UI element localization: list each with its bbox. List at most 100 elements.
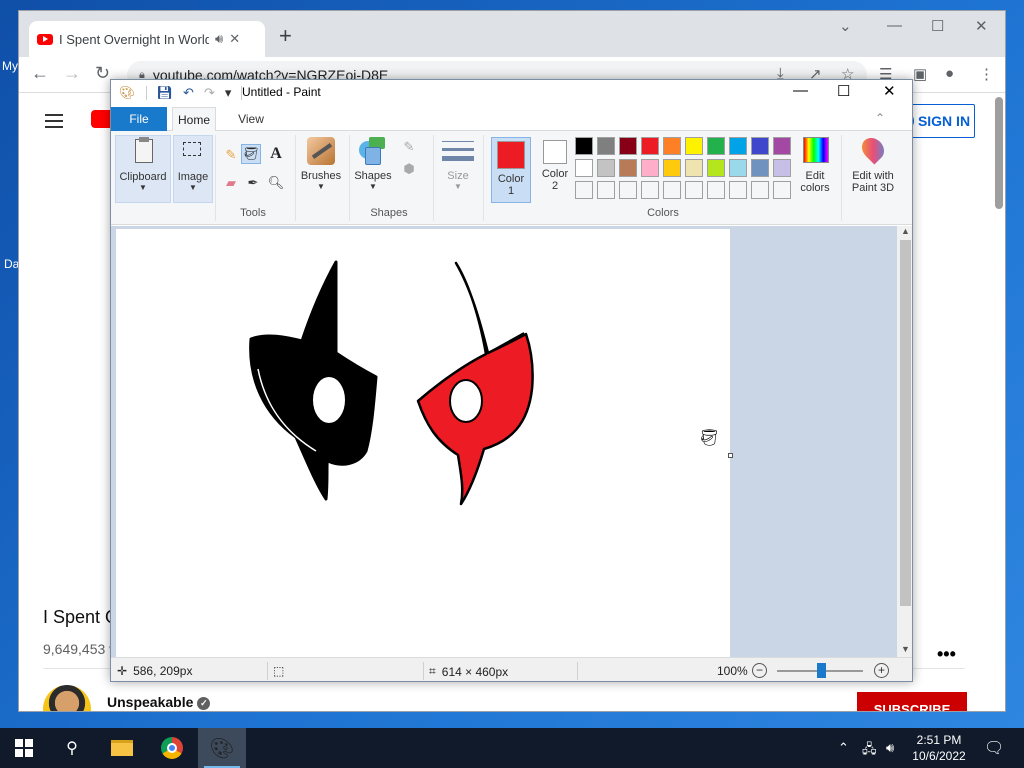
brushes-button[interactable]: Brushes ▼ [299, 135, 343, 191]
menu-kebab-icon[interactable]: ⋮ [979, 65, 994, 83]
forward-icon[interactable]: → [63, 63, 81, 84]
palette-color-swatch[interactable] [619, 137, 637, 155]
palette-color-swatch[interactable] [773, 137, 791, 155]
tab-close-button[interactable]: ✕ [229, 31, 240, 47]
fill-icon[interactable]: ⬢ [399, 159, 419, 179]
palette-color-swatch[interactable] [751, 181, 769, 199]
paint-minimize-button[interactable]: — [793, 82, 808, 99]
zoom-in-button[interactable]: + [874, 663, 889, 678]
undo-icon[interactable]: ↶ [183, 85, 194, 101]
channel-name-link[interactable]: Unspeakable ✓ [107, 694, 211, 710]
palette-color-swatch[interactable] [619, 181, 637, 199]
tab-file[interactable]: File [111, 107, 167, 131]
clipboard-button[interactable]: Clipboard ▼ [115, 135, 171, 203]
tab-search-chevron-icon[interactable]: ⌄ [839, 17, 852, 35]
palette-color-swatch[interactable] [575, 137, 593, 155]
magnifier-icon[interactable]: 🔍︎ [266, 173, 286, 193]
palette-color-swatch[interactable] [685, 159, 703, 177]
volume-icon[interactable]: 🔊︎ [886, 740, 894, 756]
close-button[interactable]: ✕ [975, 17, 988, 35]
drawing-canvas[interactable]: 🪣︎ [116, 229, 730, 657]
palette-color-swatch[interactable] [707, 159, 725, 177]
scroll-thumb[interactable] [900, 240, 911, 606]
search-button[interactable]: ⚲ [48, 728, 96, 768]
tab-home[interactable]: Home [172, 107, 216, 132]
start-button[interactable] [0, 728, 48, 768]
canvas-resize-handle[interactable] [728, 453, 733, 458]
palette-color-swatch[interactable] [729, 137, 747, 155]
palette-color-swatch[interactable] [729, 159, 747, 177]
redo-icon[interactable]: ↷ [204, 85, 215, 101]
network-icon[interactable]: 🖧︎ [862, 740, 877, 762]
palette-color-swatch[interactable] [707, 137, 725, 155]
palette-color-swatch[interactable] [729, 181, 747, 199]
minimize-button[interactable]: — [887, 17, 902, 34]
new-tab-button[interactable]: + [279, 23, 292, 49]
chrome-taskbar-button[interactable] [148, 728, 196, 768]
edit-with-paint3d-button[interactable]: Edit with Paint 3D [845, 133, 901, 194]
palette-color-swatch[interactable] [707, 181, 725, 199]
subscribe-button[interactable]: SUBSCRIBE [857, 692, 967, 711]
hamburger-menu-icon[interactable] [45, 114, 63, 128]
zoom-slider-thumb[interactable] [817, 663, 826, 678]
palette-color-swatch[interactable] [597, 137, 615, 155]
eraser-icon[interactable]: ▰ [221, 173, 241, 193]
desktop-icon-label[interactable]: My [2, 59, 18, 73]
palette-color-swatch[interactable] [773, 181, 791, 199]
more-actions-button[interactable]: ••• [937, 644, 956, 665]
color-picker-icon[interactable]: ✒ [243, 173, 263, 193]
file-explorer-button[interactable] [98, 728, 146, 768]
clock[interactable]: 2:51 PM 10/6/2022 [902, 732, 976, 764]
size-button[interactable]: Size ▼ [437, 135, 479, 191]
profile-icon[interactable]: ● [945, 65, 954, 82]
customize-qat-chevron-icon[interactable]: ▾ [225, 85, 232, 101]
paint-maximize-button[interactable]: ☐ [837, 82, 850, 100]
palette-color-swatch[interactable] [641, 159, 659, 177]
tab-view[interactable]: View [229, 107, 273, 131]
speaker-icon[interactable]: 🔊︎ [215, 31, 223, 47]
canvas-vertical-scrollbar[interactable]: ▲ ▼ [897, 226, 912, 657]
palette-color-swatch[interactable] [685, 181, 703, 199]
browser-tab[interactable]: I Spent Overnight In Worlds 🔊︎ ✕ [29, 21, 265, 57]
pencil-icon[interactable]: ✎ [221, 145, 241, 165]
color2-button[interactable]: Color 2 [535, 137, 575, 201]
palette-color-swatch[interactable] [751, 137, 769, 155]
zoom-out-button[interactable]: − [752, 663, 767, 678]
palette-color-swatch[interactable] [597, 181, 615, 199]
tray-chevron-icon[interactable]: ⌃ [838, 740, 849, 756]
palette-color-swatch[interactable] [663, 159, 681, 177]
channel-avatar[interactable] [43, 685, 91, 711]
palette-color-swatch[interactable] [685, 137, 703, 155]
paint-taskbar-button[interactable]: 🎨︎ [198, 728, 246, 768]
size-label: Size [447, 170, 469, 182]
text-tool-icon[interactable]: A [266, 144, 286, 164]
palette-color-swatch[interactable] [575, 159, 593, 177]
palette-color-swatch[interactable] [641, 181, 659, 199]
shapes-button[interactable]: Shapes ▼ [351, 135, 395, 191]
canvas-workspace[interactable]: 🪣︎ [111, 226, 897, 657]
palette-color-swatch[interactable] [663, 137, 681, 155]
scroll-down-icon[interactable]: ▼ [901, 644, 910, 654]
image-button[interactable]: Image ▼ [173, 135, 213, 203]
page-scrollbar[interactable] [995, 97, 1003, 209]
palette-color-swatch[interactable] [751, 159, 769, 177]
fill-bucket-icon[interactable]: 🪣︎ [241, 144, 261, 164]
paint-close-button[interactable]: ✕ [883, 82, 896, 100]
back-icon[interactable]: ← [31, 63, 49, 84]
palette-color-swatch[interactable] [641, 137, 659, 155]
palette-color-swatch[interactable] [663, 181, 681, 199]
palette-color-swatch[interactable] [575, 181, 593, 199]
scroll-up-icon[interactable]: ▲ [901, 226, 910, 236]
collapse-ribbon-chevron-icon[interactable]: ⌃ [875, 111, 885, 125]
notifications-icon[interactable]: 🗨︎ [984, 738, 1004, 758]
edit-colors-button[interactable]: Edit colors [793, 135, 837, 194]
palette-color-swatch[interactable] [597, 159, 615, 177]
color1-button[interactable]: Color 1 [491, 137, 531, 203]
outline-icon[interactable]: ✎ [399, 137, 419, 157]
maximize-button[interactable]: ☐ [931, 17, 944, 35]
save-icon[interactable]: 💾︎ [157, 85, 174, 101]
side-panel-icon[interactable]: ▣ [913, 65, 927, 83]
palette-color-swatch[interactable] [773, 159, 791, 177]
reload-icon[interactable]: ↻ [95, 63, 110, 84]
palette-color-swatch[interactable] [619, 159, 637, 177]
